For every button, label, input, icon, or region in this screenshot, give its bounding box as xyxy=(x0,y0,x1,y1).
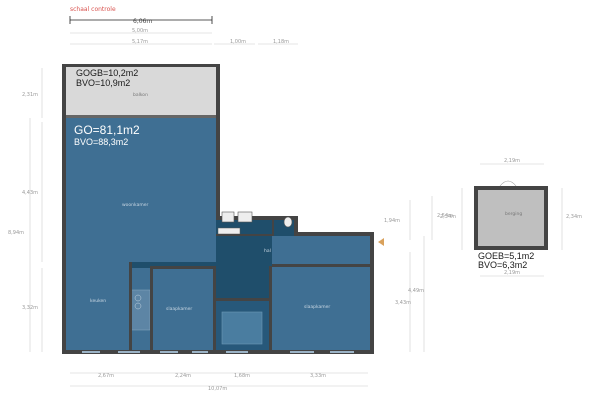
floor-plan: schaal controle 6,06m 5,00m 5,17m 1,00m … xyxy=(8,6,582,392)
balcony-wall xyxy=(66,115,216,118)
dim-right-r1: 1,94m xyxy=(384,218,400,224)
dim-right-r3: 4,49m xyxy=(408,288,424,294)
storage-label: berging xyxy=(505,211,522,217)
sink-icon xyxy=(237,211,253,223)
main-go-text: GO=81,1m2 xyxy=(74,123,140,137)
dim-bottom-b3: 1,68m xyxy=(234,373,250,379)
storage-bvo-text: BVO=6,3m2 xyxy=(478,260,527,270)
storage-dim-left: 2,34m xyxy=(440,214,456,220)
storage-dim-right: 2,34m xyxy=(566,214,582,220)
storage-dim-top: 2,19m xyxy=(504,158,520,164)
dim-bottom-b1: 2,67m xyxy=(98,373,114,379)
bathtub-icon xyxy=(221,311,263,345)
toilet-icon xyxy=(283,216,293,228)
dim-bottom-b4: 3,33m xyxy=(310,373,326,379)
room-label-hall: hal xyxy=(264,248,271,254)
balcony-bvo-text: BVO=10,9m2 xyxy=(76,78,130,88)
room-label-bedroom-2: slaapkamer xyxy=(304,304,330,310)
dim-top-total: 6,06m xyxy=(133,18,152,25)
dim-top-d3: 1,00m xyxy=(230,39,246,45)
balcony-gogb-text: GOGB=10,2m2 xyxy=(76,68,138,78)
scale-check-link[interactable]: schaal controle xyxy=(70,6,116,13)
storage-dim-bottom: 2,19m xyxy=(504,270,520,276)
dim-bottom-total: 10,07m xyxy=(208,386,227,392)
dim-bottom-b2: 2,24m xyxy=(175,373,191,379)
washer-icon xyxy=(217,227,241,235)
door-swing-icon xyxy=(499,180,517,187)
dim-top-d2: 5,17m xyxy=(132,39,148,45)
storage-floor xyxy=(478,190,544,246)
room-label-kitchen: keuken xyxy=(90,298,106,304)
room-label-bedroom-1: slaapkamer xyxy=(166,306,192,312)
balcony-label: balkon xyxy=(133,92,148,98)
dim-left-l1: 2,31m xyxy=(22,92,38,98)
entrance-arrow-icon xyxy=(378,238,384,246)
sink-icon xyxy=(221,211,235,223)
room-label-living: woonkamer xyxy=(122,202,148,208)
dim-top-d4: 1,18m xyxy=(273,39,289,45)
main-bvo-text: BVO=88,3m2 xyxy=(74,137,128,147)
dim-right-r4: 3,43m xyxy=(395,300,411,306)
dim-top-d1: 5,00m xyxy=(132,28,148,34)
dim-left-l3: 8,94m xyxy=(8,230,24,236)
